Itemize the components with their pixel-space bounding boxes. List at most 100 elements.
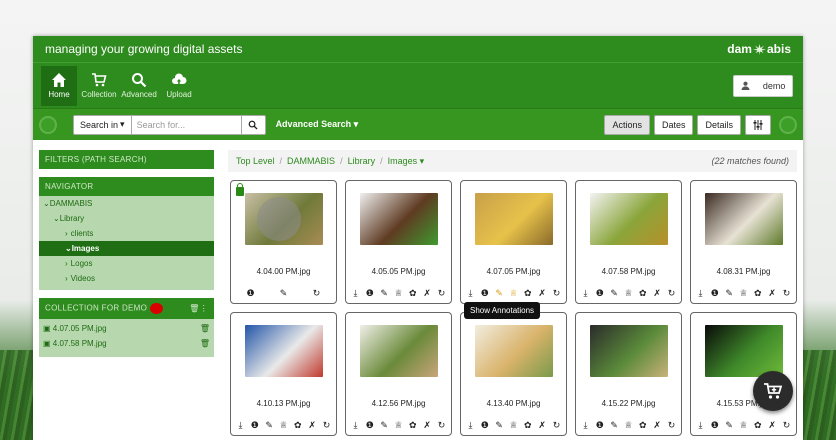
edit-icon[interactable]: ✎	[379, 288, 390, 299]
add-to-cart-icon[interactable]: ♕	[393, 288, 404, 299]
share-icon[interactable]: ↻	[781, 288, 792, 299]
info-icon[interactable]: ❶	[594, 288, 605, 299]
edit-icon[interactable]: ✎	[609, 420, 620, 431]
navigator-header[interactable]: NAVIGATOR	[39, 177, 214, 196]
share-icon[interactable]: ↻	[311, 288, 322, 299]
edit-icon[interactable]: ✎	[278, 288, 289, 299]
column-settings-button[interactable]	[745, 114, 771, 135]
trash-icon[interactable]: 🗑	[200, 324, 210, 333]
edit-icon[interactable]: ✎	[724, 420, 735, 431]
details-button[interactable]: Details	[697, 114, 741, 135]
settings-icon[interactable]: ✿	[752, 420, 763, 431]
asset-card[interactable]: 4.10.13 PM.jpg ⤓ ❶ ✎ ♕ ✿ ✗ ↻	[230, 312, 337, 436]
add-to-cart-icon[interactable]: ♕	[738, 288, 749, 299]
asset-thumbnail[interactable]	[704, 193, 783, 245]
breadcrumb-library[interactable]: Library	[348, 156, 376, 166]
tools-icon[interactable]: ✗	[652, 288, 663, 299]
asset-card[interactable]: 4.12.56 PM.jpg ⤓ ❶ ✎ ♕ ✿ ✗ ↻	[345, 312, 452, 436]
asset-card[interactable]: 4.07.05 PM.jpg ⤓ ❶ ✎ ♕ ✿ ✗ ↻	[460, 180, 567, 304]
settings-icon[interactable]: ✿	[522, 288, 533, 299]
asset-thumbnail[interactable]	[589, 325, 668, 377]
nav-advanced[interactable]: Advanced	[121, 66, 157, 106]
info-icon[interactable]: ❶	[709, 420, 720, 431]
asset-card[interactable]: 4.04.00 PM.jpg ❶ ✎ ↻	[230, 180, 337, 304]
asset-thumbnail[interactable]	[359, 193, 438, 245]
download-icon[interactable]: ⤓	[465, 288, 476, 299]
share-icon[interactable]: ↻	[436, 420, 447, 431]
info-icon[interactable]: ❶	[479, 288, 490, 299]
asset-thumbnail[interactable]	[474, 193, 553, 245]
edit-icon[interactable]: ✎	[494, 288, 505, 299]
nav-home[interactable]: Home	[41, 65, 77, 106]
search-input[interactable]: Search for...	[131, 114, 242, 135]
settings-icon[interactable]: ✿	[407, 420, 418, 431]
tree-item-clients[interactable]: › clients	[39, 226, 214, 241]
edit-icon[interactable]: ✎	[264, 420, 275, 431]
download-icon[interactable]: ⤓	[580, 288, 591, 299]
share-icon[interactable]: ↻	[436, 288, 447, 299]
tools-icon[interactable]: ✗	[422, 288, 433, 299]
tools-icon[interactable]: ✗	[307, 420, 318, 431]
info-icon[interactable]: ❶	[709, 288, 720, 299]
share-icon[interactable]: ↻	[781, 420, 792, 431]
brand-logo[interactable]: dam abis	[727, 42, 791, 56]
asset-thumbnail[interactable]	[704, 325, 783, 377]
tools-icon[interactable]: ✗	[767, 288, 778, 299]
add-to-cart-icon[interactable]: ♕	[278, 420, 289, 431]
download-icon[interactable]: ⤓	[695, 288, 706, 299]
asset-card[interactable]: 4.05.05 PM.jpg ⤓ ❶ ✎ ♕ ✿ ✗ ↻	[345, 180, 452, 304]
tools-icon[interactable]: ✗	[537, 420, 548, 431]
download-icon[interactable]: ⤓	[350, 288, 361, 299]
settings-icon[interactable]: ✿	[407, 288, 418, 299]
search-button[interactable]	[241, 114, 266, 135]
settings-icon[interactable]: ✿	[292, 420, 303, 431]
left-menu-toggle[interactable]	[39, 115, 57, 134]
share-icon[interactable]: ↻	[666, 420, 677, 431]
tools-icon[interactable]: ✗	[767, 420, 778, 431]
add-to-cart-icon[interactable]: ♕	[738, 420, 749, 431]
asset-thumbnail[interactable]	[244, 325, 323, 377]
breadcrumb-dammabis[interactable]: DAMMABIS	[287, 156, 335, 166]
tree-item-dammabis[interactable]: ⌄ DAMMABIS	[39, 196, 214, 211]
asset-thumbnail[interactable]	[244, 193, 323, 245]
asset-thumbnail[interactable]	[474, 325, 553, 377]
actions-button[interactable]: Actions	[604, 114, 650, 135]
share-icon[interactable]: ↻	[666, 288, 677, 299]
info-icon[interactable]: ❶	[594, 420, 605, 431]
share-icon[interactable]: ↻	[551, 288, 562, 299]
advanced-search-link[interactable]: Advanced Search ▾	[276, 119, 359, 130]
settings-icon[interactable]: ✿	[752, 288, 763, 299]
collection-header[interactable]: COLLECTION FOR DEMO 🗑⋮	[39, 298, 214, 319]
dates-button[interactable]: Dates	[653, 114, 694, 135]
add-to-cart-icon[interactable]: ♕	[508, 420, 519, 431]
info-icon[interactable]: ❶	[245, 288, 256, 299]
tree-item-library[interactable]: ⌄ Library	[39, 211, 214, 226]
edit-icon[interactable]: ✎	[724, 288, 735, 299]
nav-upload[interactable]: Upload	[161, 66, 197, 106]
info-icon[interactable]: ❶	[479, 420, 490, 431]
collection-cart-button[interactable]	[753, 371, 793, 411]
info-icon[interactable]: ❶	[249, 420, 260, 431]
asset-card[interactable]: 4.07.58 PM.jpg ⤓ ❶ ✎ ♕ ✿ ✗ ↻	[575, 180, 682, 304]
settings-icon[interactable]: ✿	[637, 288, 648, 299]
download-icon[interactable]: ⤓	[695, 420, 706, 431]
nav-collection[interactable]: Collection	[81, 66, 117, 106]
asset-card[interactable]: 4.15.22 PM.jpg ⤓ ❶ ✎ ♕ ✿ ✗ ↻	[575, 312, 682, 436]
settings-icon[interactable]: ✿	[522, 420, 533, 431]
download-icon[interactable]: ⤓	[350, 420, 361, 431]
filters-panel-header[interactable]: FILTERS (PATH SEARCH)	[39, 150, 214, 169]
breadcrumb-top-level[interactable]: Top Level	[236, 156, 275, 166]
download-icon[interactable]: ⤓	[580, 420, 591, 431]
settings-icon[interactable]: ✿	[637, 420, 648, 431]
download-icon[interactable]: ⤓	[235, 420, 246, 431]
add-to-cart-icon[interactable]: ♕	[623, 288, 634, 299]
tools-icon[interactable]: ✗	[537, 288, 548, 299]
asset-card[interactable]: 4.08.31 PM.jpg ⤓ ❶ ✎ ♕ ✿ ✗ ↻	[690, 180, 797, 304]
asset-card[interactable]: 4.13.40 PM.jpg ⤓ ❶ ✎ ♕ ✿ ✗ ↻	[460, 312, 567, 436]
add-to-cart-icon[interactable]: ♕	[393, 420, 404, 431]
share-icon[interactable]: ↻	[321, 420, 332, 431]
tree-item-images[interactable]: ⌄ Images	[39, 241, 214, 256]
collection-item[interactable]: ▣ 4.07.58 PM.jpg 🗑	[39, 336, 214, 351]
breadcrumb-images[interactable]: Images ▾	[388, 156, 425, 167]
download-icon[interactable]: ⤓	[465, 420, 476, 431]
